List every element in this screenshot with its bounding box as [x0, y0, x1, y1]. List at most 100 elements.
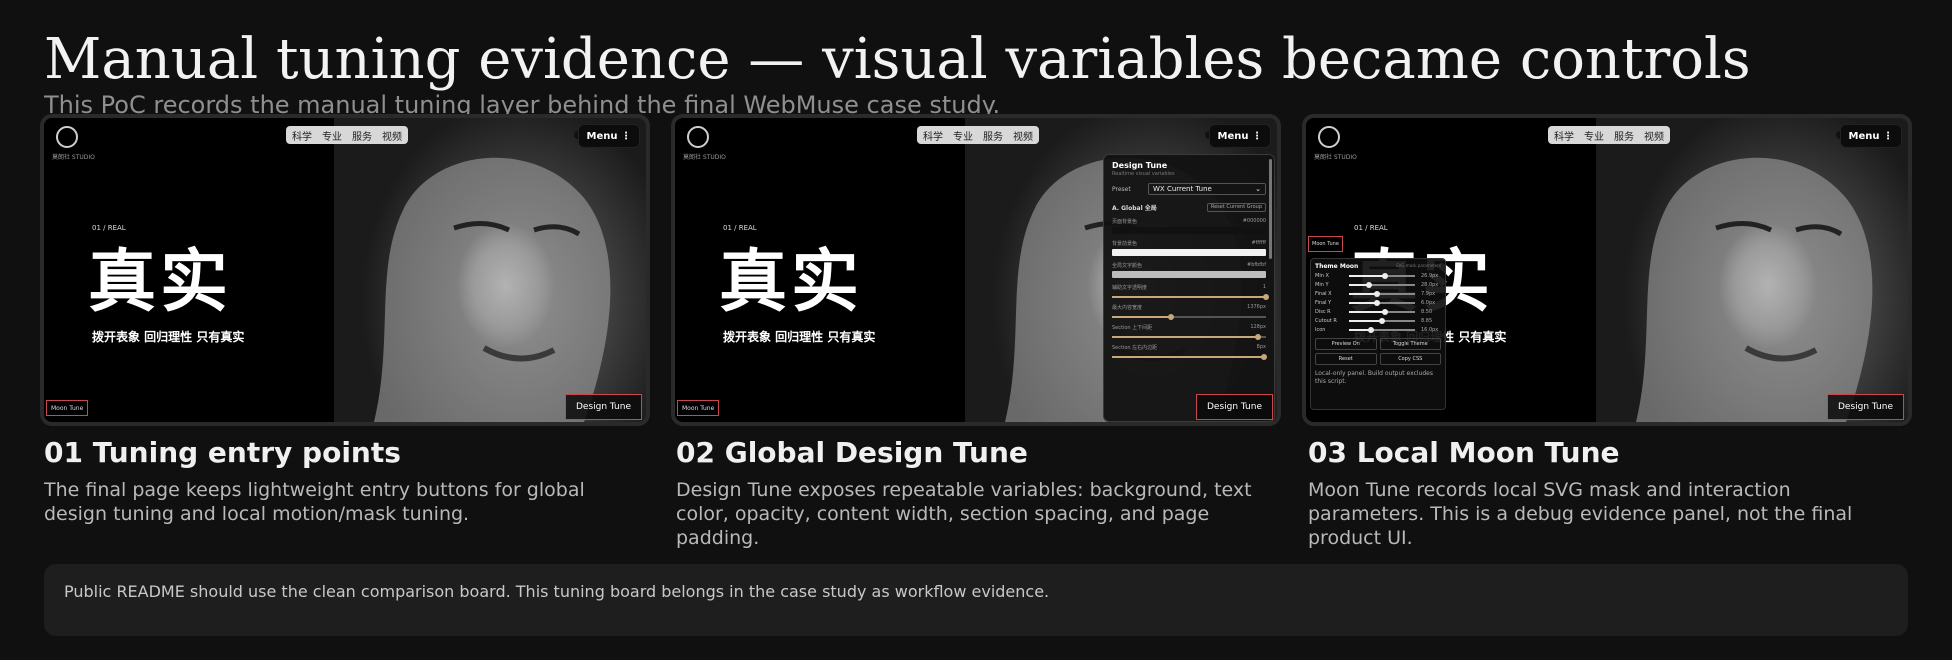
nav-item[interactable]: 服务 — [1614, 128, 1634, 143]
param-name: Cutout R — [1315, 318, 1337, 324]
slider-knob[interactable] — [1368, 327, 1375, 333]
slider-label: 辅助文字透明度 1 — [1112, 284, 1266, 291]
group-label: A. Global 全局 — [1112, 205, 1157, 212]
range-slider[interactable] — [1349, 318, 1415, 324]
nav-pill: 科学 专业 服务 视频 — [917, 126, 1039, 144]
slider-fill — [1349, 302, 1377, 304]
copy-css-button[interactable]: Copy CSS — [1379, 353, 1441, 365]
color-swatch-input[interactable] — [1112, 249, 1266, 256]
menu-button[interactable]: Menu ⋮ — [1208, 124, 1271, 148]
section-tag: 01 / REAL — [92, 224, 126, 232]
slider-label: 最大内容宽度 1376px — [1112, 304, 1266, 311]
nav-item[interactable]: 专业 — [322, 128, 342, 143]
color-swatch-input[interactable] — [1112, 227, 1266, 234]
nav-item[interactable]: 科学 — [1554, 128, 1574, 143]
toggle-theme-button[interactable]: Toggle Theme — [1379, 338, 1441, 350]
slider-label: Section 左右内边距 8px — [1112, 344, 1266, 351]
nav-item[interactable]: 科学 — [292, 128, 312, 143]
preview-toggle-button[interactable]: Preview On — [1315, 338, 1377, 350]
panel-title: Design Tune — [1112, 161, 1168, 170]
slider-fill — [1112, 296, 1266, 298]
moon-tune-button[interactable]: Moon Tune — [1308, 236, 1343, 252]
color-field-label: 全局文字颜色 #bfbfbf — [1112, 262, 1266, 269]
param-name: Final Y — [1315, 300, 1332, 306]
nav-item[interactable]: 视频 — [1013, 128, 1033, 143]
nav-item[interactable]: 服务 — [983, 128, 1003, 143]
nav-item[interactable]: 视频 — [382, 128, 402, 143]
slider-knob[interactable] — [1382, 273, 1389, 279]
slider-fill — [1349, 275, 1386, 277]
slider-knob[interactable] — [1255, 334, 1262, 340]
param-value: 8.85 — [1421, 318, 1433, 324]
card-entry-points: 01 Tuning entry points The final page ke… — [44, 436, 634, 526]
moon-tune-buttons: Preview On Toggle Theme Reset Copy CSS — [1315, 338, 1441, 365]
slider-knob[interactable] — [1261, 354, 1268, 360]
slider-knob[interactable] — [1373, 291, 1380, 297]
logo-icon[interactable] — [687, 126, 709, 148]
slider-knob[interactable] — [1379, 318, 1385, 324]
nav-item[interactable]: 服务 — [352, 128, 372, 143]
nav-item[interactable]: 专业 — [1584, 128, 1604, 143]
range-slider[interactable] — [1112, 314, 1266, 320]
card-body: Moon Tune records local SVG mask and int… — [1308, 479, 1853, 549]
param-value: 26.9px — [1421, 273, 1439, 279]
param-value: 28.0px — [1421, 282, 1439, 288]
moon-tune-button[interactable]: Moon Tune — [46, 400, 89, 416]
design-tune-button[interactable]: Design Tune — [1195, 394, 1273, 420]
portrait-image — [334, 118, 646, 422]
screenshot-strip: 莫朗社 STUDIO 科学 专业 服务 视频 Menu ⋮ 01 / REAL … — [40, 114, 1912, 426]
menu-button[interactable]: Menu ⋮ — [1839, 124, 1902, 148]
moon-param-row: Icon 16.0px — [1315, 327, 1441, 333]
reset-button[interactable]: Reset — [1315, 353, 1377, 365]
moon-param-row: Final X 7.9px — [1315, 291, 1441, 297]
panel-scrollbar[interactable] — [1269, 159, 1272, 259]
slider-knob[interactable] — [1365, 282, 1372, 288]
panel-subtitle: Realtime visual variables — [1112, 171, 1175, 177]
slider-fill — [1112, 316, 1171, 318]
slider-knob[interactable] — [1382, 309, 1389, 315]
range-slider[interactable] — [1112, 334, 1266, 340]
portrait-image — [1596, 118, 1908, 422]
param-name: Min X — [1315, 273, 1329, 279]
hero-subheading: 拨开表象 回归理性 只有真实 — [92, 330, 245, 344]
design-tune-panel: Design Tune Realtime visual variables Pr… — [1103, 154, 1275, 422]
moon-tune-button[interactable]: Moon Tune — [677, 400, 720, 416]
range-slider[interactable] — [1349, 327, 1415, 333]
moon-param-row: Min Y 28.0px — [1315, 282, 1441, 288]
card-global-design-tune: 02 Global Design Tune Design Tune expose… — [676, 436, 1266, 550]
preset-select[interactable]: WX Current Tune ⌄ — [1148, 183, 1266, 195]
range-slider[interactable] — [1349, 309, 1415, 315]
design-tune-button[interactable]: Design Tune — [564, 394, 642, 420]
range-slider[interactable] — [1349, 273, 1415, 279]
nav-item[interactable]: 视频 — [1644, 128, 1664, 143]
slider-knob[interactable] — [1263, 294, 1269, 300]
card-title: 03 Local Moon Tune — [1308, 436, 1620, 469]
design-tune-button[interactable]: Design Tune — [1826, 394, 1904, 420]
slider-knob[interactable] — [1373, 300, 1380, 306]
screenshot-moon-tune: 莫朗社 STUDIO 科学 专业 服务 视频 Menu ⋮ 01 / REAL … — [1302, 114, 1912, 426]
slider-label: Section 上下间距 128px — [1112, 324, 1266, 331]
range-slider[interactable] — [1112, 354, 1268, 360]
color-field-label: 背景前景色 #ffffff — [1112, 240, 1266, 247]
slider-knob[interactable] — [1167, 314, 1174, 320]
menu-button[interactable]: Menu ⋮ — [577, 124, 640, 148]
color-swatch-input[interactable] — [1112, 271, 1266, 278]
card-title: 01 Tuning entry points — [44, 436, 401, 469]
slider-fill — [1349, 311, 1386, 313]
logo-text: 莫朗社 STUDIO — [1314, 154, 1357, 161]
param-value: 6.0px — [1421, 300, 1436, 306]
card-title: 02 Global Design Tune — [676, 436, 1028, 469]
param-name: Icon — [1315, 327, 1326, 333]
nav-item[interactable]: 专业 — [953, 128, 973, 143]
reset-group-button[interactable]: Reset Current Group — [1206, 203, 1266, 212]
screenshot-design-tune: 莫朗社 STUDIO 科学 专业 服务 视频 Menu ⋮ 01 / REAL … — [671, 114, 1281, 426]
nav-item[interactable]: 科学 — [923, 128, 943, 143]
range-slider[interactable] — [1349, 291, 1415, 297]
param-value: 7.9px — [1421, 291, 1436, 297]
range-slider[interactable] — [1112, 294, 1269, 300]
logo-icon[interactable] — [56, 126, 78, 148]
logo-icon[interactable] — [1318, 126, 1340, 148]
range-slider[interactable] — [1349, 282, 1415, 288]
param-name: Disc R — [1315, 309, 1331, 315]
range-slider[interactable] — [1349, 300, 1415, 306]
